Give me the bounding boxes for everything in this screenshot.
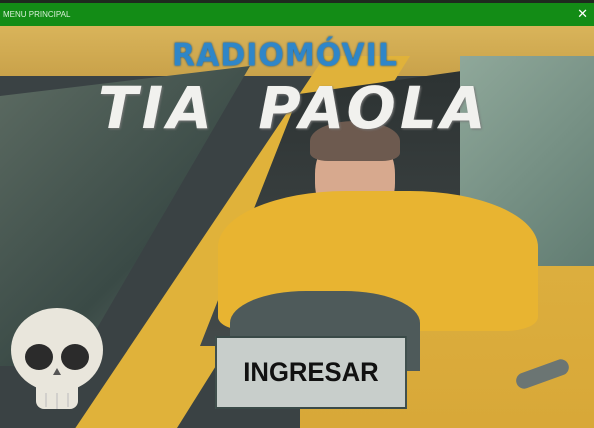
brand-subtitle: RADIOMÓVIL (172, 37, 398, 74)
title-bar: MENU PRINCIPAL ✕ (0, 3, 594, 26)
skull-icon (11, 308, 103, 409)
window-title: MENU PRINCIPAL (3, 10, 71, 19)
close-icon[interactable]: ✕ (577, 6, 588, 22)
brand-title: TIA PAOLA (98, 74, 490, 142)
enter-button[interactable]: INGRESAR (215, 336, 407, 409)
